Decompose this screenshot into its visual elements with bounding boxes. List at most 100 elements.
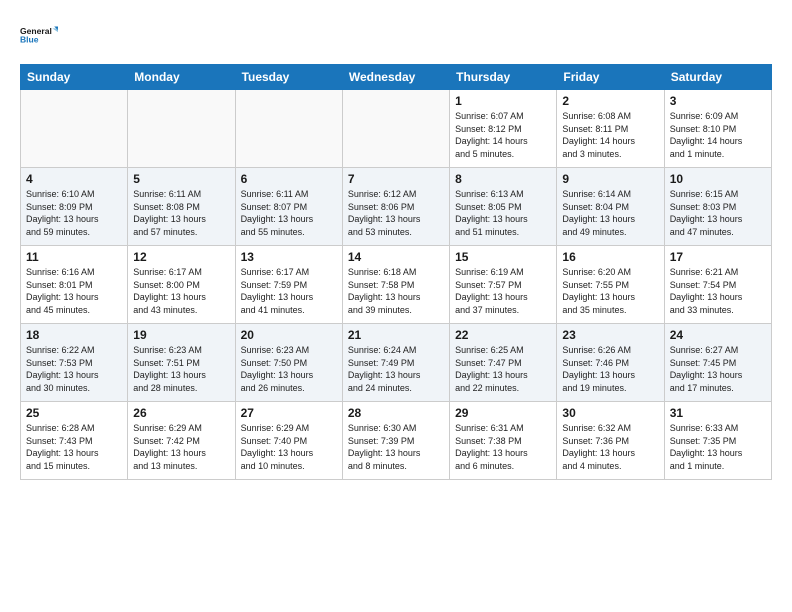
calendar-table: SundayMondayTuesdayWednesdayThursdayFrid… (20, 64, 772, 480)
cell-0-0 (21, 90, 128, 168)
day-info-7: Sunrise: 6:12 AMSunset: 8:06 PMDaylight:… (348, 188, 444, 238)
cell-3-3: 21Sunrise: 6:24 AMSunset: 7:49 PMDayligh… (342, 324, 449, 402)
day-info-5: Sunrise: 6:11 AMSunset: 8:08 PMDaylight:… (133, 188, 229, 238)
cell-3-6: 24 Sunrise: 6:27 AMSunset: 7:45 PMDayligh… (664, 324, 771, 402)
day-info-28: Sunrise: 6:30 AMSunset: 7:39 PMDaylight:… (348, 422, 444, 472)
header-monday: Monday (128, 65, 235, 90)
header-saturday: Saturday (664, 65, 771, 90)
cell-0-6: 3 Sunrise: 6:09 AMSunset: 8:10 PMDaylight… (664, 90, 771, 168)
day-info-22: Sunrise: 6:25 AMSunset: 7:47 PMDaylight:… (455, 344, 551, 394)
day-number-22: 22 (455, 328, 551, 342)
day-number-7: 7 (348, 172, 444, 186)
cell-2-6: 17 Sunrise: 6:21 AMSunset: 7:54 PMDayligh… (664, 246, 771, 324)
week-row-2: 4 Sunrise: 6:10 AMSunset: 8:09 PMDaylight… (21, 168, 772, 246)
cell-4-3: 28 Sunrise: 6:30 AMSunset: 7:39 PMDayligh… (342, 402, 449, 480)
day-info-6: Sunrise: 6:11 AMSunset: 8:07 PMDaylight:… (241, 188, 337, 238)
cell-0-2 (235, 90, 342, 168)
day-info-30: Sunrise: 6:32 AMSunset: 7:36 PMDaylight:… (562, 422, 658, 472)
day-number-12: 12 (133, 250, 229, 264)
day-info-25: Sunrise: 6:28 AMSunset: 7:43 PMDaylight:… (26, 422, 122, 472)
cell-2-0: 11 Sunrise: 6:16 AMSunset: 8:01 PMDayligh… (21, 246, 128, 324)
day-info-15: Sunrise: 6:19 AMSunset: 7:57 PMDaylight:… (455, 266, 551, 316)
day-info-24: Sunrise: 6:27 AMSunset: 7:45 PMDaylight:… (670, 344, 766, 394)
week-row-4: 18 Sunrise: 6:22 AMSunset: 7:53 PMDayligh… (21, 324, 772, 402)
day-number-13: 13 (241, 250, 337, 264)
logo: General Blue (20, 16, 58, 54)
week-row-1: 1 Sunrise: 6:07 AMSunset: 8:12 PMDaylight… (21, 90, 772, 168)
day-number-16: 16 (562, 250, 658, 264)
day-info-11: Sunrise: 6:16 AMSunset: 8:01 PMDaylight:… (26, 266, 122, 316)
day-number-6: 6 (241, 172, 337, 186)
day-info-27: Sunrise: 6:29 AMSunset: 7:40 PMDaylight:… (241, 422, 337, 472)
day-number-14: 14 (348, 250, 444, 264)
cell-1-5: 9 Sunrise: 6:14 AMSunset: 8:04 PMDaylight… (557, 168, 664, 246)
day-number-19: 19 (133, 328, 229, 342)
day-number-15: 15 (455, 250, 551, 264)
day-info-10: Sunrise: 6:15 AMSunset: 8:03 PMDaylight:… (670, 188, 766, 238)
day-number-4: 4 (26, 172, 122, 186)
day-number-25: 25 (26, 406, 122, 420)
day-info-4: Sunrise: 6:10 AMSunset: 8:09 PMDaylight:… (26, 188, 122, 238)
cell-3-4: 22 Sunrise: 6:25 AMSunset: 7:47 PMDayligh… (450, 324, 557, 402)
cell-1-4: 8 Sunrise: 6:13 AMSunset: 8:05 PMDaylight… (450, 168, 557, 246)
day-info-31: Sunrise: 6:33 AMSunset: 7:35 PMDaylight:… (670, 422, 766, 472)
header-friday: Friday (557, 65, 664, 90)
day-number-23: 23 (562, 328, 658, 342)
day-number-20: 20 (241, 328, 337, 342)
day-number-18: 18 (26, 328, 122, 342)
cell-3-2: 20 Sunrise: 6:23 AMSunset: 7:50 PMDayligh… (235, 324, 342, 402)
cell-3-1: 19Sunrise: 6:23 AMSunset: 7:51 PMDayligh… (128, 324, 235, 402)
day-number-21: 21 (348, 328, 444, 342)
cell-1-6: 10Sunrise: 6:15 AMSunset: 8:03 PMDayligh… (664, 168, 771, 246)
day-info-9: Sunrise: 6:14 AMSunset: 8:04 PMDaylight:… (562, 188, 658, 238)
day-info-1: Sunrise: 6:07 AMSunset: 8:12 PMDaylight:… (455, 110, 551, 160)
day-number-11: 11 (26, 250, 122, 264)
day-info-18: Sunrise: 6:22 AMSunset: 7:53 PMDaylight:… (26, 344, 122, 394)
header-thursday: Thursday (450, 65, 557, 90)
svg-text:Blue: Blue (20, 35, 39, 45)
day-number-9: 9 (562, 172, 658, 186)
day-info-8: Sunrise: 6:13 AMSunset: 8:05 PMDaylight:… (455, 188, 551, 238)
cell-0-4: 1 Sunrise: 6:07 AMSunset: 8:12 PMDaylight… (450, 90, 557, 168)
day-number-31: 31 (670, 406, 766, 420)
day-info-12: Sunrise: 6:17 AMSunset: 8:00 PMDaylight:… (133, 266, 229, 316)
cell-4-0: 25 Sunrise: 6:28 AMSunset: 7:43 PMDayligh… (21, 402, 128, 480)
cell-2-2: 13 Sunrise: 6:17 AMSunset: 7:59 PMDayligh… (235, 246, 342, 324)
cell-4-5: 30 Sunrise: 6:32 AMSunset: 7:36 PMDayligh… (557, 402, 664, 480)
cell-0-1 (128, 90, 235, 168)
day-number-3: 3 (670, 94, 766, 108)
day-number-28: 28 (348, 406, 444, 420)
page: General Blue SundayMondayTuesdayWednesda… (0, 0, 792, 612)
cell-4-1: 26Sunrise: 6:29 AMSunset: 7:42 PMDayligh… (128, 402, 235, 480)
day-number-1: 1 (455, 94, 551, 108)
day-info-3: Sunrise: 6:09 AMSunset: 8:10 PMDaylight:… (670, 110, 766, 160)
day-number-30: 30 (562, 406, 658, 420)
day-number-5: 5 (133, 172, 229, 186)
cell-4-4: 29 Sunrise: 6:31 AMSunset: 7:38 PMDayligh… (450, 402, 557, 480)
day-info-29: Sunrise: 6:31 AMSunset: 7:38 PMDaylight:… (455, 422, 551, 472)
day-info-20: Sunrise: 6:23 AMSunset: 7:50 PMDaylight:… (241, 344, 337, 394)
cell-0-5: 2Sunrise: 6:08 AMSunset: 8:11 PMDaylight… (557, 90, 664, 168)
logo-svg: General Blue (20, 16, 58, 54)
cell-2-5: 16 Sunrise: 6:20 AMSunset: 7:55 PMDayligh… (557, 246, 664, 324)
day-info-17: Sunrise: 6:21 AMSunset: 7:54 PMDaylight:… (670, 266, 766, 316)
cell-2-1: 12 Sunrise: 6:17 AMSunset: 8:00 PMDayligh… (128, 246, 235, 324)
day-info-14: Sunrise: 6:18 AMSunset: 7:58 PMDaylight:… (348, 266, 444, 316)
day-number-17: 17 (670, 250, 766, 264)
day-number-2: 2 (562, 94, 658, 108)
header-sunday: Sunday (21, 65, 128, 90)
day-info-13: Sunrise: 6:17 AMSunset: 7:59 PMDaylight:… (241, 266, 337, 316)
day-info-23: Sunrise: 6:26 AMSunset: 7:46 PMDaylight:… (562, 344, 658, 394)
day-info-26: Sunrise: 6:29 AMSunset: 7:42 PMDaylight:… (133, 422, 229, 472)
day-number-24: 24 (670, 328, 766, 342)
day-number-8: 8 (455, 172, 551, 186)
day-number-29: 29 (455, 406, 551, 420)
cell-4-2: 27Sunrise: 6:29 AMSunset: 7:40 PMDayligh… (235, 402, 342, 480)
cell-3-0: 18 Sunrise: 6:22 AMSunset: 7:53 PMDayligh… (21, 324, 128, 402)
cell-4-6: 31 Sunrise: 6:33 AMSunset: 7:35 PMDayligh… (664, 402, 771, 480)
header-wednesday: Wednesday (342, 65, 449, 90)
day-info-16: Sunrise: 6:20 AMSunset: 7:55 PMDaylight:… (562, 266, 658, 316)
header: General Blue (20, 16, 772, 54)
cell-1-3: 7 Sunrise: 6:12 AMSunset: 8:06 PMDaylight… (342, 168, 449, 246)
cell-1-2: 6 Sunrise: 6:11 AMSunset: 8:07 PMDaylight… (235, 168, 342, 246)
